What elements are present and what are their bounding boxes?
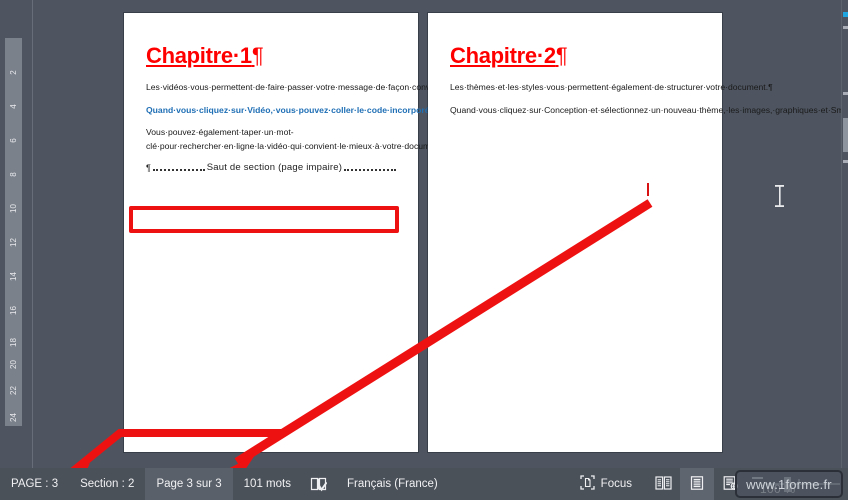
open-book-icon: [654, 475, 672, 493]
status-language[interactable]: Français (France): [336, 468, 449, 500]
scroll-marker-icon: [843, 26, 848, 29]
section-break-marker: ¶ Saut de section (page impaire): [146, 162, 398, 173]
status-section-indicator[interactable]: Section : 2: [69, 468, 145, 500]
status-bar-left-group: PAGE : 3 Section : 2 Page 3 sur 3 101 mo…: [0, 468, 449, 500]
scroll-marker-icon: [843, 160, 848, 163]
page1-heading: Chapitre·1¶: [146, 43, 398, 69]
page1-paragraph-3: Vous·pouvez·également·taper·un·mot-clé·p…: [146, 126, 447, 153]
scrollbar-thumb[interactable]: [843, 118, 848, 152]
ruler-tick: 18: [9, 338, 18, 347]
ruler-tick: 14: [9, 272, 18, 281]
vertical-ruler-column: 2 4 6 8 10 12 14 16 18 20 22 24: [0, 0, 33, 468]
view-read-mode-button[interactable]: [646, 468, 680, 500]
paragraph-text: Les·vidéos·vous·permettent·de·faire·pass…: [146, 82, 466, 92]
ruler-tick: 22: [9, 386, 18, 395]
view-print-layout-button[interactable]: [680, 468, 714, 500]
ruler-tick: 12: [9, 238, 18, 247]
scroll-marker-icon: [843, 92, 848, 95]
page1-paragraph-1: Les·vidéos·vous·permettent·de·faire·pass…: [146, 81, 470, 95]
scroll-marker-blue-icon: [843, 12, 848, 17]
status-page-of-total[interactable]: Page 3 sur 3: [145, 468, 233, 500]
ruler-tick: 4: [9, 104, 18, 109]
pilcrow-icon: ¶: [555, 43, 568, 68]
document-page-1[interactable]: Chapitre·1¶ Les·vidéos·vous·permettent·d…: [124, 13, 599, 452]
pilcrow-icon: ¶: [768, 82, 773, 92]
section-break-label: Saut de section (page impaire): [206, 162, 343, 174]
ruler-tick: 8: [9, 172, 18, 177]
vertical-scrollbar[interactable]: [841, 0, 848, 468]
pilcrow-icon: ¶: [146, 162, 151, 173]
ruler-tick: 20: [9, 360, 18, 369]
page2-heading-text: Chapitre·2: [450, 43, 556, 68]
document-page-2[interactable]: Chapitre·2¶ Les·thèmes·et·les·styles·vou…: [428, 13, 848, 452]
focus-mode-button[interactable]: Focus: [570, 468, 646, 500]
ruler-tick: 16: [9, 306, 18, 315]
focus-mode-icon: [580, 475, 595, 493]
ruler-tick: 2: [9, 70, 18, 75]
document-canvas[interactable]: Chapitre·1¶ Les·vidéos·vous·permettent·d…: [33, 0, 848, 468]
page2-paragraph-1: Les·thèmes·et·les·styles·vous·permettent…: [450, 81, 773, 95]
text-insertion-caret: [647, 183, 649, 196]
page2-paragraph-2: Quand·vous·cliquez·sur·Conception·et·sél…: [450, 104, 848, 118]
site-watermark: www.1forme.fr: [735, 470, 843, 498]
focus-mode-label: Focus: [600, 478, 632, 490]
status-bar: PAGE : 3 Section : 2 Page 3 sur 3 101 mo…: [0, 468, 848, 500]
paragraph-text: Quand·vous·cliquez·sur·Conception·et·sél…: [450, 104, 848, 115]
paragraph-text: Les·thèmes·et·les·styles·vous·permettent…: [450, 82, 769, 92]
section-break-dots-right: [344, 165, 397, 171]
page1-heading-text: Chapitre·1: [146, 43, 252, 68]
status-page-indicator[interactable]: PAGE : 3: [0, 468, 69, 500]
pilcrow-icon: ¶: [251, 43, 264, 68]
ruler-tick: 6: [9, 138, 18, 143]
page2-heading: Chapitre·2¶: [450, 43, 702, 69]
section-break-row[interactable]: ¶ Saut de section (page impaire): [146, 162, 398, 176]
section-break-dots-left: [152, 165, 205, 171]
word-application-window: 2 4 6 8 10 12 14 16 18 20 22 24 Chapitre…: [0, 0, 848, 500]
ruler-tick: 24: [9, 413, 18, 422]
page1-paragraph-2: Quand·vous·cliquez·sur·Vidéo,·vous·pouve…: [146, 104, 599, 118]
proofing-book-check-icon[interactable]: [302, 468, 336, 500]
ruler-tick: 10: [9, 204, 18, 213]
status-word-count[interactable]: 101 mots: [233, 468, 302, 500]
page-layout-icon: [690, 475, 704, 493]
vertical-ruler[interactable]: 2 4 6 8 10 12 14 16 18 20 22 24: [5, 38, 22, 426]
paragraph-text: Vous·pouvez·également·taper·un·mot-clé·p…: [146, 127, 443, 151]
